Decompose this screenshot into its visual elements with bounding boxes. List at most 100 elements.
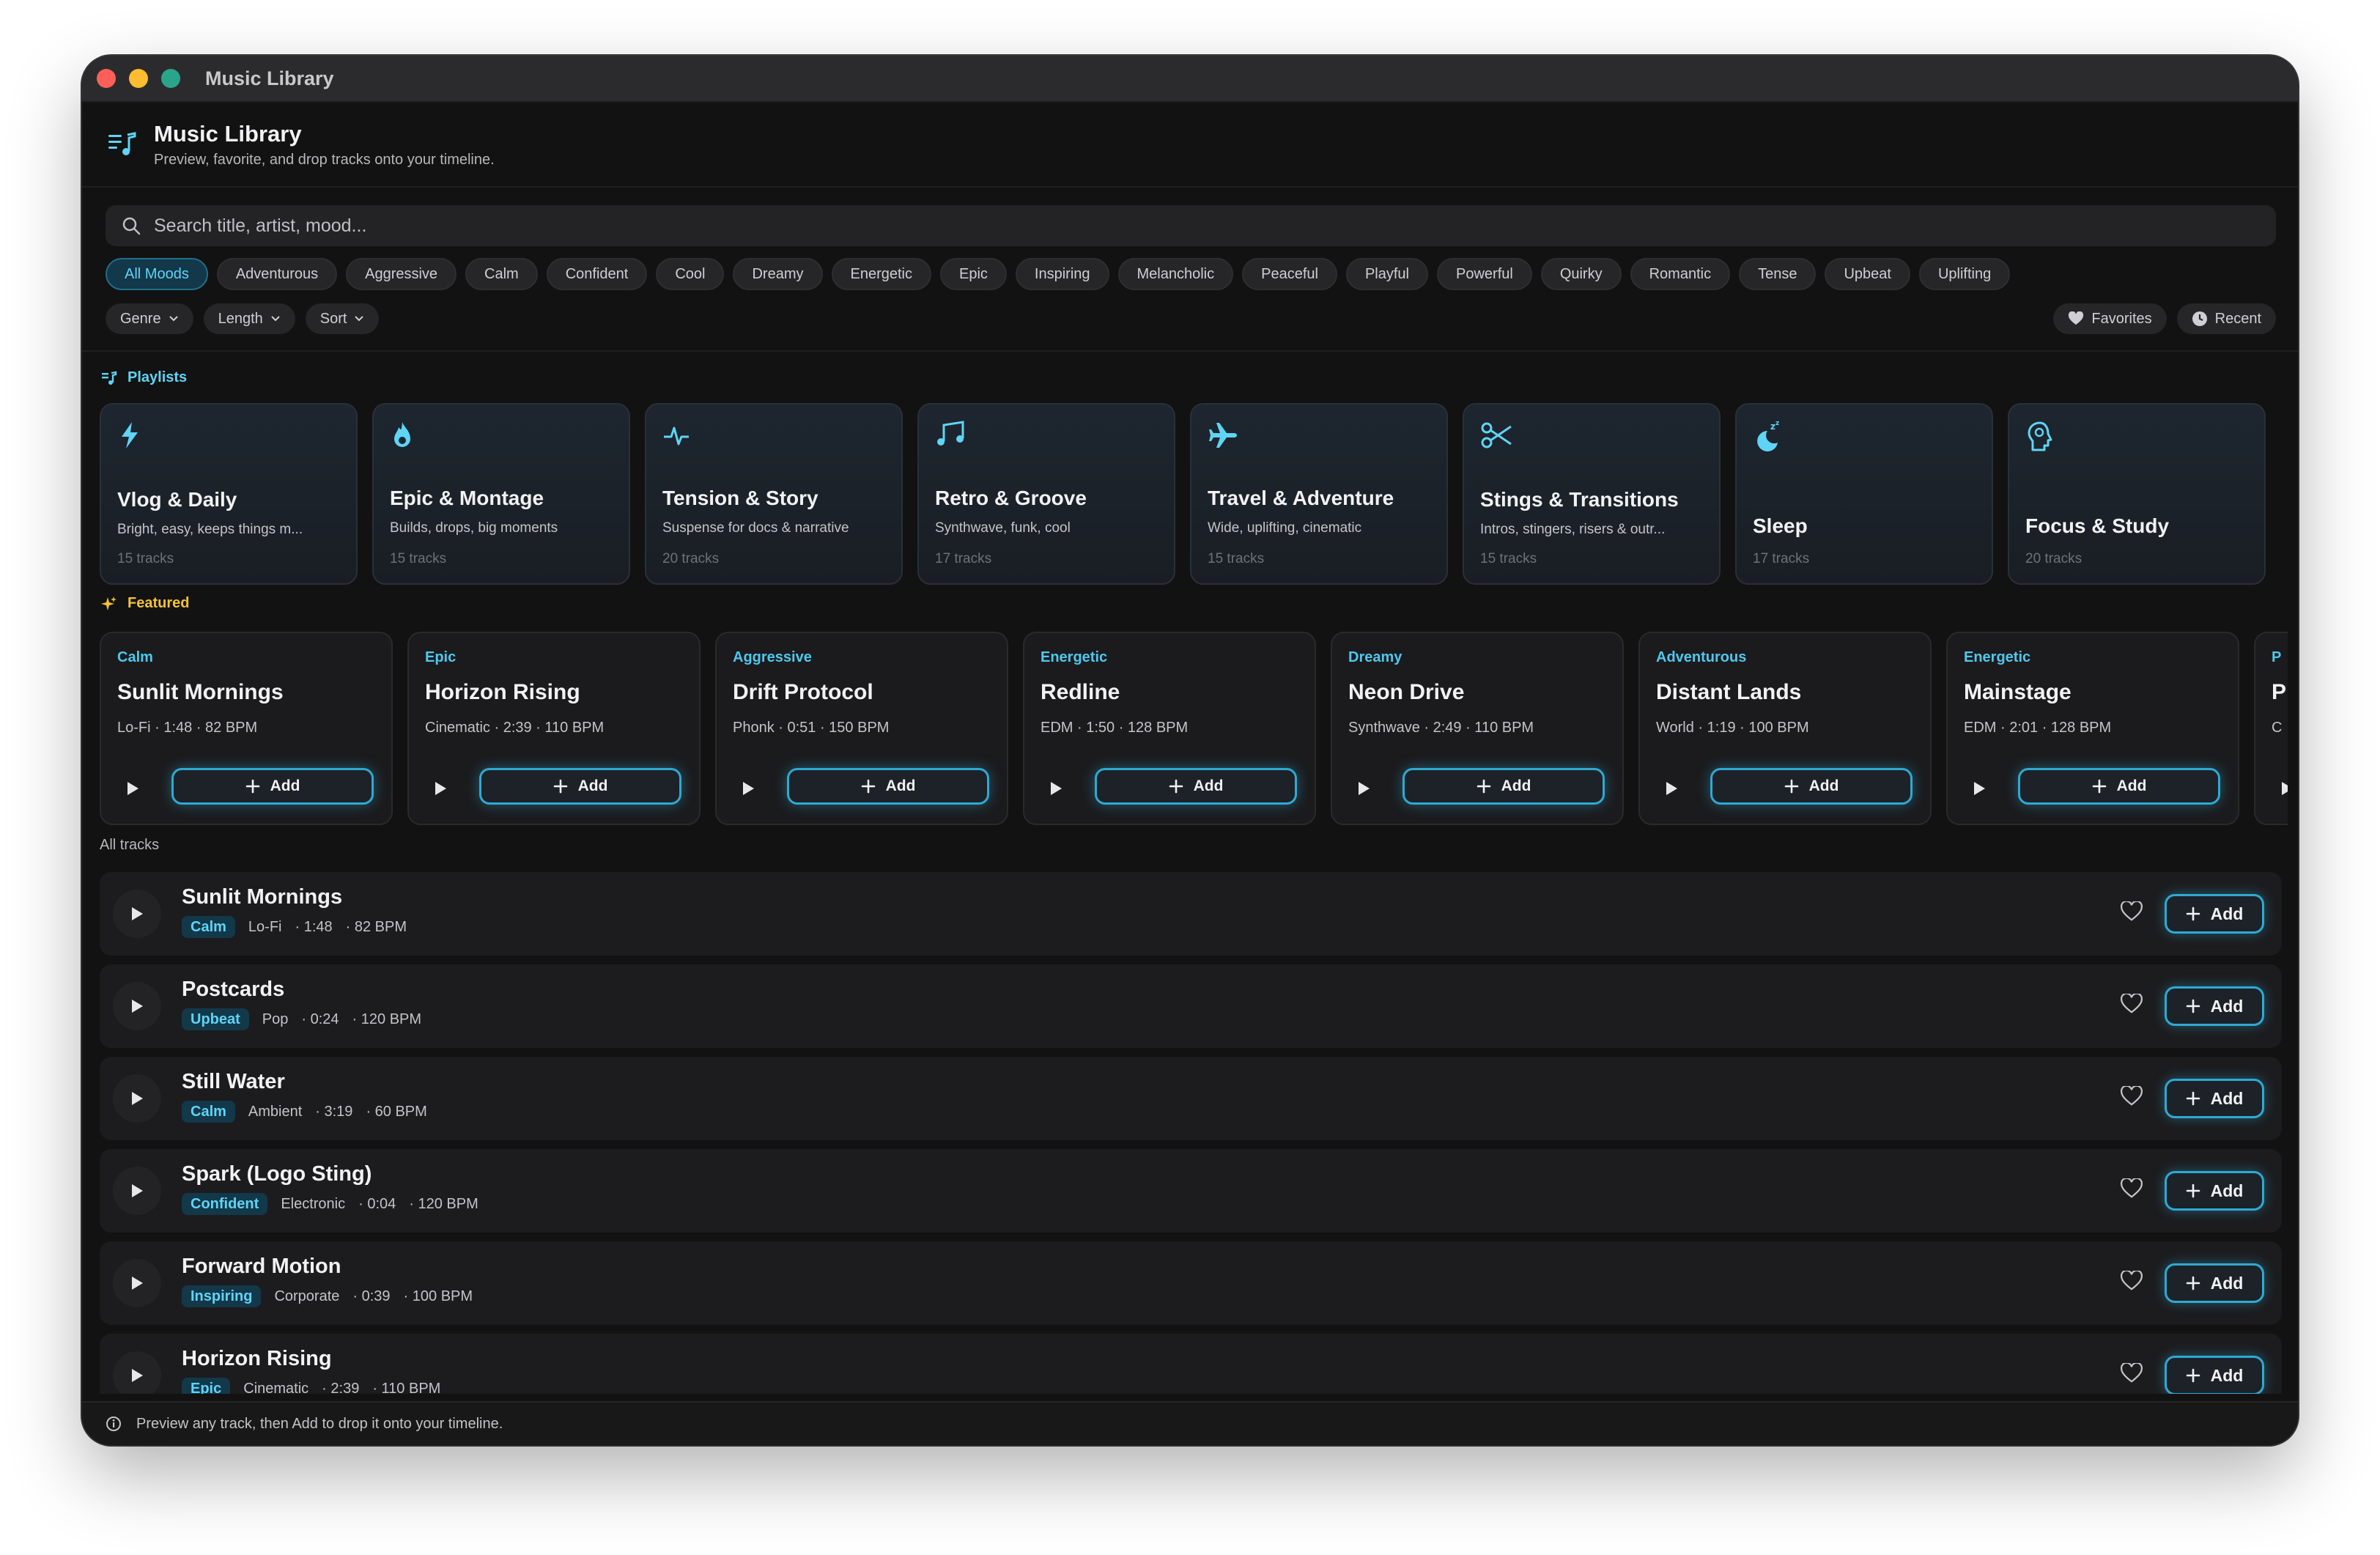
track-row[interactable]: Sunlit Mornings Calm Lo-Fi · 1:48 · 82 BPM Ad… <box>100 872 2282 956</box>
mood-chip-cool[interactable]: Cool <box>656 258 725 290</box>
search-input[interactable]: Search title, artist, mood... <box>106 205 2276 246</box>
track-row[interactable]: Spark (Logo Sting) Confident Electronic · 0… <box>100 1149 2282 1233</box>
featured-card[interactable]: Epic Horizon Rising Cinematic · 2:39 · 110… <box>407 632 701 825</box>
featured-card[interactable]: Energetic Mainstage EDM · 2:01 · 128 BPM Ad… <box>1946 632 2239 825</box>
mood-chip-tense[interactable]: Tense <box>1739 258 1817 290</box>
add-button[interactable]: Add <box>479 768 681 805</box>
track-meta: Confident Electronic · 0:04 · 120 BPM <box>182 1193 478 1215</box>
featured-card[interactable]: PPCAdd <box>2254 632 2288 825</box>
add-button[interactable]: Add <box>2165 1079 2264 1118</box>
playlist-card-tension[interactable]: Tension & Story Suspense for docs & narr… <box>645 403 903 585</box>
play-button[interactable] <box>1665 781 1678 799</box>
mood-chip-powerful[interactable]: Powerful <box>1437 258 1532 290</box>
add-button[interactable]: Add <box>1095 768 1297 805</box>
close-window-button[interactable] <box>97 69 116 88</box>
mood-chip-inspiring[interactable]: Inspiring <box>1015 258 1109 290</box>
add-button[interactable]: Add <box>1710 768 1912 805</box>
play-icon <box>1359 782 1370 795</box>
featured-card[interactable]: Energetic Redline EDM · 1:50 · 128 BPM Add <box>1023 632 1316 825</box>
track-row[interactable]: Still Water Calm Ambient · 3:19 · 60 BPM Add <box>100 1057 2282 1140</box>
plus-icon <box>2186 999 2200 1013</box>
play-button[interactable] <box>113 982 161 1030</box>
zoom-window-button[interactable] <box>161 69 180 88</box>
mood-chip-epic[interactable]: Epic <box>940 258 1007 290</box>
play-button[interactable] <box>113 1351 161 1394</box>
featured-meta: Phonk · 0:51 · 150 BPM <box>733 720 890 736</box>
mood-chip-energetic[interactable]: Energetic <box>831 258 931 290</box>
play-icon <box>128 782 138 795</box>
add-button[interactable]: Add <box>2165 1263 2264 1303</box>
play-icon <box>1974 782 1985 795</box>
play-button[interactable] <box>2280 781 2288 799</box>
svg-text:z: z <box>1775 421 1779 427</box>
favorite-heart-icon[interactable] <box>2120 1362 2143 1387</box>
favorite-heart-icon[interactable] <box>2120 1177 2143 1203</box>
plus-icon <box>553 779 567 794</box>
track-row[interactable]: Forward Motion Inspiring Corporate · 0:39 · … <box>100 1241 2282 1325</box>
play-button[interactable] <box>1049 781 1062 799</box>
playlist-card-sleep[interactable]: zz Sleep 17 tracks <box>1735 403 1993 585</box>
recent-filter-button[interactable]: Recent <box>2176 303 2276 334</box>
play-button[interactable] <box>1357 781 1370 799</box>
mood-chip-confident[interactable]: Confident <box>546 258 648 290</box>
length-dropdown[interactable]: Length <box>203 303 295 334</box>
add-button[interactable]: Add <box>171 768 374 805</box>
minimize-window-button[interactable] <box>129 69 148 88</box>
featured-card[interactable]: Dreamy Neon Drive Synthwave · 2:49 · 110 B… <box>1331 632 1624 825</box>
playlist-card-focus[interactable]: Focus & Study 20 tracks <box>2008 403 2266 585</box>
sort-dropdown[interactable]: Sort <box>305 303 380 334</box>
featured-card[interactable]: Calm Sunlit Mornings Lo-Fi · 1:48 · 82 BPM… <box>100 632 393 825</box>
favorite-heart-icon[interactable] <box>2120 1085 2143 1110</box>
play-button[interactable] <box>126 781 139 799</box>
track-bpm: · 60 BPM <box>366 1103 427 1120</box>
featured-card[interactable]: Aggressive Drift Protocol Phonk · 0:51 · 1… <box>715 632 1008 825</box>
playlist-card-travel[interactable]: Travel & Adventure Wide, uplifting, cine… <box>1190 403 1448 585</box>
add-button[interactable]: Add <box>2018 768 2220 805</box>
play-button[interactable] <box>1973 781 1986 799</box>
play-button[interactable] <box>113 1259 161 1307</box>
add-button-label: Add <box>1501 778 1531 794</box>
mood-chip-quirky[interactable]: Quirky <box>1540 258 1622 290</box>
add-button[interactable]: Add <box>2165 1356 2264 1394</box>
add-button[interactable]: Add <box>787 768 989 805</box>
favorites-filter-button[interactable]: Favorites <box>2053 303 2167 334</box>
play-button[interactable] <box>113 890 161 938</box>
title-bar: Music Library <box>82 56 2298 103</box>
add-button[interactable]: Add <box>2165 1171 2264 1211</box>
mood-chip-all-moods[interactable]: All Moods <box>106 258 208 290</box>
mood-chip-aggressive[interactable]: Aggressive <box>346 258 457 290</box>
svg-text:z: z <box>1770 421 1775 432</box>
track-length: · 0:04 <box>358 1195 396 1212</box>
mood-chip-calm[interactable]: Calm <box>465 258 538 290</box>
mood-chip-adventurous[interactable]: Adventurous <box>216 258 338 290</box>
playlist-card-epic[interactable]: Epic & Montage Builds, drops, big moment… <box>372 403 630 585</box>
mood-chip-melancholic[interactable]: Melancholic <box>1117 258 1234 290</box>
featured-card[interactable]: Adventurous Distant Lands World · 1:19 · 1… <box>1638 632 1932 825</box>
genre-dropdown[interactable]: Genre <box>106 303 193 334</box>
chevron-down-icon <box>271 316 280 322</box>
mood-chip-romantic[interactable]: Romantic <box>1630 258 1731 290</box>
favorite-heart-icon[interactable] <box>2120 1269 2143 1295</box>
play-button[interactable] <box>113 1074 161 1123</box>
play-button[interactable] <box>742 781 755 799</box>
play-button[interactable] <box>113 1167 161 1215</box>
mood-chip-peaceful[interactable]: Peaceful <box>1242 258 1337 290</box>
mood-chip-dreamy[interactable]: Dreamy <box>733 258 823 290</box>
track-row[interactable]: Postcards Upbeat Pop · 0:24 · 120 BPM Add <box>100 964 2282 1048</box>
add-button[interactable]: Add <box>2165 894 2264 934</box>
playlist-card-vlog[interactable]: Vlog & Daily Bright, easy, keeps things … <box>100 403 358 585</box>
add-button[interactable]: Add <box>2165 986 2264 1026</box>
mood-chip-upbeat[interactable]: Upbeat <box>1825 258 1910 290</box>
favorite-heart-icon[interactable] <box>2120 992 2143 1018</box>
favorite-heart-icon[interactable] <box>2120 900 2143 926</box>
mood-chip-uplifting[interactable]: Uplifting <box>1918 258 2011 290</box>
playlist-card-stings[interactable]: Stings & Transitions Intros, stingers, r… <box>1463 403 1721 585</box>
track-bpm: · 110 BPM <box>372 1380 441 1395</box>
playlist-card-retro[interactable]: Retro & Groove Synthwave, funk, cool 17 … <box>917 403 1175 585</box>
playlist-title: Stings & Transitions <box>1480 488 1679 511</box>
add-button[interactable]: Add <box>1402 768 1605 805</box>
play-button[interactable] <box>434 781 447 799</box>
header-divider <box>82 350 2298 352</box>
track-row[interactable]: Horizon Rising Epic Cinematic · 2:39 · 110 B… <box>100 1334 2282 1394</box>
mood-chip-playful[interactable]: Playful <box>1345 258 1428 290</box>
